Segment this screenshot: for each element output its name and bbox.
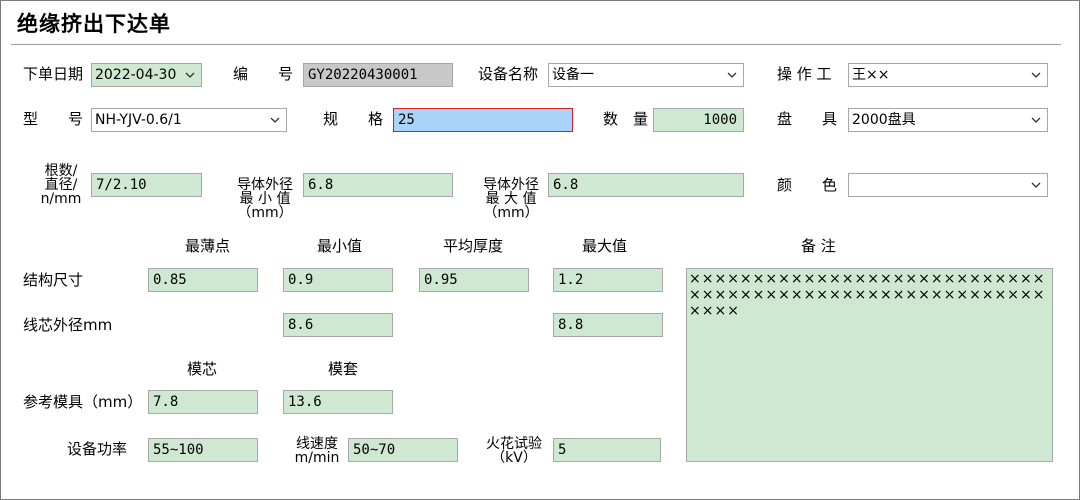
header-thinnest: 最薄点 [185, 237, 231, 255]
spark-test-field[interactable]: 5 [553, 438, 661, 462]
strands-field[interactable]: 7/2.10 [91, 173, 202, 197]
strands-label-line2: 直径/ [44, 177, 78, 193]
device-name-select[interactable]: 设备一 [548, 63, 744, 87]
header-min: 最小值 [317, 237, 363, 255]
order-form-window: 绝缘挤出下达单 下单日期 2022-04-30 编 号 GY2022043000… [0, 0, 1080, 500]
chevron-down-icon[interactable] [184, 69, 196, 81]
structure-label: 结构尺寸 [23, 271, 84, 289]
order-date-value: 2022-04-30 [95, 67, 177, 83]
number-field[interactable]: GY20220430001 [303, 63, 453, 87]
header-die-sleeve: 模套 [328, 360, 359, 378]
structure-max-field[interactable]: 1.2 [553, 268, 663, 292]
structure-avg-field[interactable]: 0.95 [419, 268, 529, 292]
conductor-min-label: 导体外径 最 小 值 （mm） [229, 178, 301, 220]
ref-die-label: 参考模具（mm） [23, 393, 143, 411]
conductor-max-label-line2: 最 大 值 [485, 191, 537, 207]
chevron-down-icon [727, 72, 737, 78]
strands-label-line1: 根数/ [44, 163, 78, 179]
conductor-max-label: 导体外径 最 大 值 （mm） [475, 178, 547, 220]
conductor-min-label-line1: 导体外径 [237, 177, 293, 193]
quantity-label: 数 量 [603, 110, 649, 128]
strands-label: 根数/ 直径/ n/mm [37, 164, 85, 206]
ref-die-sleeve-field[interactable]: 13.6 [283, 390, 393, 414]
spark-test-label: 火花试验 （kV） [481, 437, 547, 465]
order-date-picker[interactable]: 2022-04-30 [91, 63, 202, 87]
quantity-field[interactable]: 1000 [653, 108, 744, 132]
structure-thinnest-field[interactable]: 0.85 [148, 268, 258, 292]
core-od-label: 线芯外径mm [23, 316, 113, 334]
color-label: 颜 色 [777, 176, 838, 194]
spark-test-label-line2: （kV） [491, 450, 537, 466]
core-od-max-field[interactable]: 8.8 [553, 313, 663, 337]
reel-select[interactable]: 2000盘具 [848, 108, 1048, 132]
conductor-max-field[interactable]: 6.8 [548, 173, 744, 197]
line-speed-label: 线速度 m/min [289, 437, 345, 465]
operator-select[interactable]: 王×× [848, 63, 1048, 87]
reel-value: 2000盘具 [852, 112, 916, 128]
spec-label: 规 格 [323, 110, 384, 128]
color-select[interactable] [848, 173, 1048, 197]
power-label: 设备功率 [67, 440, 128, 458]
device-name-label: 设备名称 [478, 65, 539, 83]
number-label: 编 号 [233, 65, 294, 83]
strands-label-line3: n/mm [40, 191, 82, 207]
line-speed-label-line2: m/min [294, 450, 340, 466]
model-value: NH-YJV-0.6/1 [95, 112, 182, 128]
model-select[interactable]: NH-YJV-0.6/1 [91, 108, 287, 132]
conductor-min-field[interactable]: 6.8 [303, 173, 453, 197]
operator-value: 王×× [852, 67, 890, 83]
power-field[interactable]: 55~100 [148, 438, 258, 462]
core-od-min-field[interactable]: 8.6 [283, 313, 393, 337]
conductor-min-label-line3: （mm） [237, 205, 293, 221]
reel-label: 盘 具 [777, 110, 838, 128]
model-label: 型 号 [23, 110, 84, 128]
header-remark: 备 注 [801, 237, 836, 255]
header-max: 最大值 [582, 237, 628, 255]
device-name-value: 设备一 [552, 67, 594, 83]
header-die-core: 模芯 [187, 360, 218, 378]
line-speed-label-line1: 线速度 [296, 436, 338, 452]
spec-field[interactable]: 25 [393, 108, 573, 132]
chevron-down-icon [270, 117, 280, 123]
form-title: 绝缘挤出下达单 [17, 12, 171, 36]
remark-textarea[interactable]: ××××××××××××××××××××××××××××××××××××××××… [686, 268, 1053, 462]
structure-min-field[interactable]: 0.9 [283, 268, 393, 292]
conductor-min-label-line2: 最 小 值 [239, 191, 291, 207]
title-divider [11, 44, 1061, 45]
chevron-down-icon [1031, 72, 1041, 78]
chevron-down-icon [1031, 182, 1041, 188]
spark-test-label-line1: 火花试验 [486, 436, 542, 452]
ref-die-core-field[interactable]: 7.8 [148, 390, 258, 414]
header-avg: 平均厚度 [443, 237, 504, 255]
line-speed-field[interactable]: 50~70 [348, 438, 458, 462]
order-date-label: 下单日期 [23, 65, 84, 83]
chevron-down-icon [1031, 117, 1041, 123]
conductor-max-label-line3: （mm） [483, 205, 539, 221]
conductor-max-label-line1: 导体外径 [483, 177, 539, 193]
operator-label: 操 作 工 [777, 65, 832, 83]
